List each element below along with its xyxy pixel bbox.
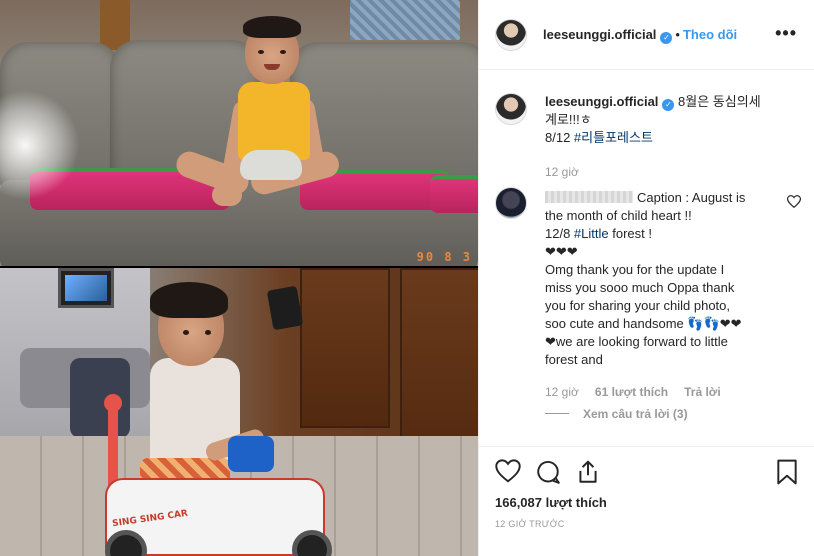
kid-eye — [258, 50, 264, 54]
like-heart-icon[interactable] — [495, 459, 523, 487]
post-timestamp[interactable]: 12 GIỜ TRƯỚC — [495, 519, 565, 529]
kid-shorts — [240, 150, 302, 180]
post-photo[interactable]: 90 8 3 SING SING CAR — [0, 0, 478, 556]
caption-line1: 8월은 동심의세 — [678, 94, 761, 109]
replies-divider-line — [545, 413, 569, 414]
comments-section: leeseunggi.official ✓ 8월은 동심의세 계로!!!ㅎ 8/1… — [479, 71, 814, 446]
post-likes-count[interactable]: 166,087 lượt thích — [495, 495, 607, 510]
comment-line3-prefix: 12/8 — [545, 226, 574, 241]
view-replies-button[interactable]: Xem câu trả lời (3) — [545, 407, 688, 421]
photo-date-stamp: 90 8 3 — [416, 250, 472, 264]
television — [58, 268, 114, 308]
comment-line3-suffix: forest ! — [608, 226, 652, 241]
separator-dot: • — [675, 27, 680, 42]
kid-foot — [212, 184, 242, 206]
kid-eye — [183, 330, 189, 335]
wooden-door-panel — [300, 268, 390, 428]
toy-car-push-handle-top — [104, 394, 122, 412]
kid-eye — [280, 50, 286, 54]
comment-body-line1: Omg thank you for the update I — [545, 262, 725, 277]
post-actions: 166,087 lượt thích 12 GIỜ TRƯỚC — [479, 446, 814, 556]
kid-hair — [150, 282, 228, 318]
caption-line3-prefix: 8/12 — [545, 130, 574, 145]
author-avatar[interactable] — [495, 19, 527, 51]
more-options-icon[interactable]: ••• — [775, 24, 797, 42]
comment-text: Caption : August is the month of child h… — [545, 189, 777, 369]
comment-body-line2: miss you sooo much Oppa thank — [545, 280, 735, 295]
commenter-avatar[interactable] — [495, 187, 527, 219]
wall-window — [350, 0, 460, 40]
save-bookmark-icon[interactable] — [775, 459, 803, 487]
photo-bottom-boy-on-toy-car: SING SING CAR — [0, 268, 478, 556]
caption-time[interactable]: 12 giờ — [545, 165, 579, 179]
author-username[interactable]: leeseunggi.official — [543, 27, 656, 42]
kid-hair — [243, 16, 301, 38]
verified-badge-icon: ✓ — [662, 99, 675, 111]
post-side-panel: leeseunggi.official ✓ • Theo dõi ••• leeseu… — [478, 0, 814, 556]
comment-reply-button[interactable]: Trả lời — [684, 385, 721, 399]
comment-body-line3: you for sharing your child photo, — [545, 298, 730, 313]
comment-body-line6: forest and — [545, 352, 603, 367]
kid-eye — [205, 330, 211, 335]
comment-bubble-icon[interactable] — [535, 459, 563, 487]
share-icon[interactable] — [575, 459, 603, 487]
follow-button[interactable]: Theo dõi — [683, 27, 737, 42]
caption-author-avatar[interactable] — [495, 93, 527, 125]
hanging-bag — [266, 285, 304, 331]
view-replies-label: Xem câu trả lời (3) — [583, 407, 688, 421]
kid-yellow-tank-top — [238, 82, 310, 160]
photo-top-boy-on-sofa: 90 8 3 — [0, 0, 478, 266]
caption-author-username[interactable]: leeseunggi.official — [545, 94, 658, 109]
comment-caption-line1: Caption : August is — [637, 190, 746, 205]
comment-like-heart-icon[interactable] — [786, 195, 802, 211]
comment-likes-count[interactable]: 61 lượt thích — [595, 385, 668, 399]
comment-body-line4: soo cute and handsome 👣👣❤❤ — [545, 316, 742, 331]
header-user-line: leeseunggi.official ✓ • Theo dõi — [543, 27, 737, 44]
post-header: leeseunggi.official ✓ • Theo dõi ••• — [479, 0, 814, 70]
caption-hashtag-link[interactable]: #리틀포레스트 — [574, 130, 653, 145]
comment-time[interactable]: 12 giờ — [545, 385, 579, 399]
caption-line2: 계로!!!ㅎ — [545, 112, 592, 127]
comment-caption-line2: the month of child heart !! — [545, 208, 692, 223]
comment-body-line5: ❤we are looking forward to little — [545, 334, 728, 349]
comment-hashtag-link[interactable]: #Little — [574, 226, 609, 241]
commenter-username-redacted[interactable] — [545, 191, 633, 203]
verified-badge-icon: ✓ — [660, 32, 673, 44]
comment-hearts: ❤❤❤ — [545, 244, 578, 259]
toy-car-steering — [228, 436, 274, 472]
caption-text: leeseunggi.official ✓ 8월은 동심의세 계로!!!ㅎ 8/1… — [545, 93, 795, 147]
sofa-cushion-pink — [430, 175, 478, 213]
comment-meta: 12 giờ 61 lượt thích Trả lời — [545, 385, 721, 399]
